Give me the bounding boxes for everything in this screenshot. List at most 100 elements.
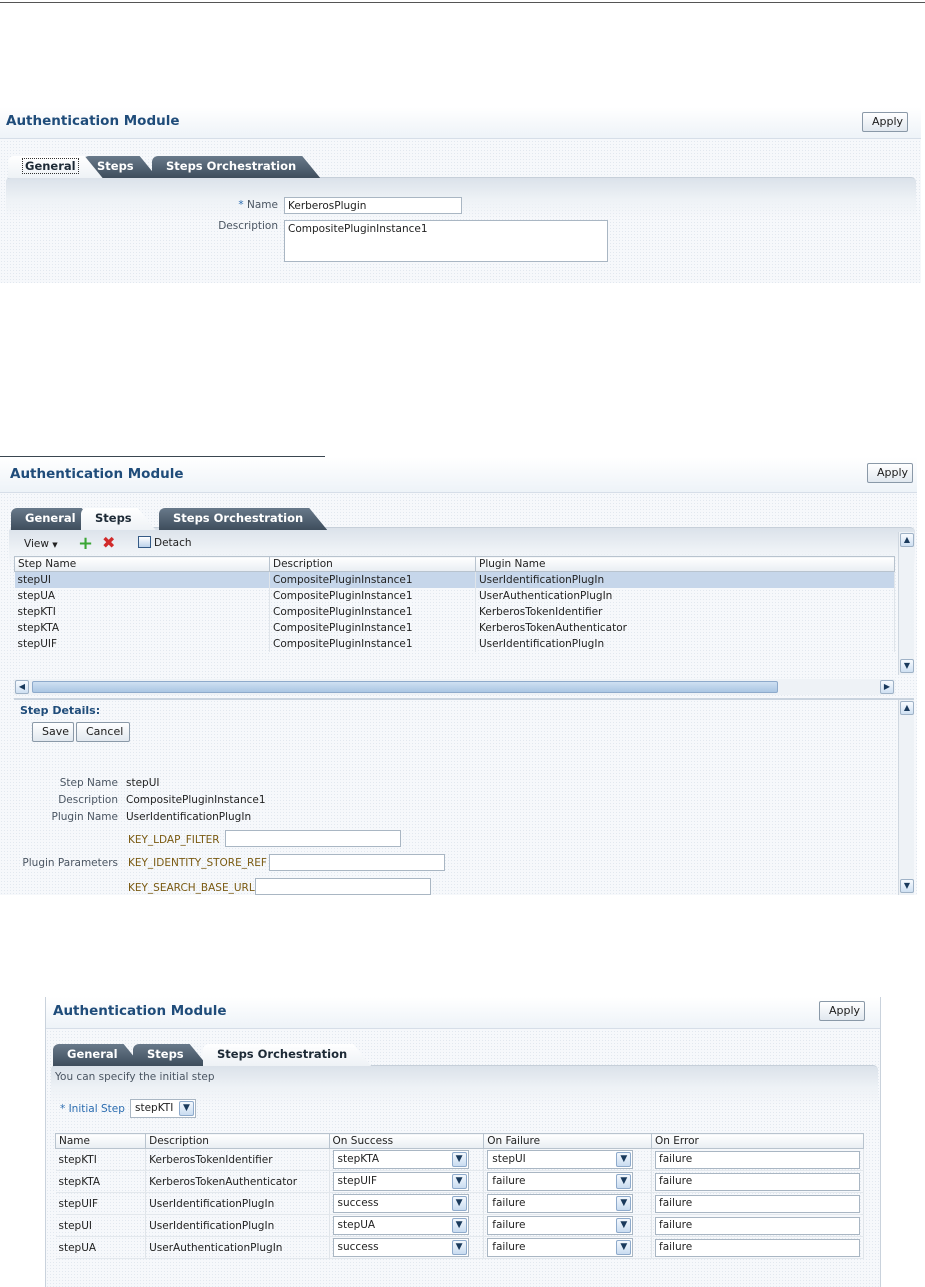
table-row[interactable]: stepUI CompositePluginInstance1 UserIden… [14, 571, 895, 588]
save-button[interactable]: Save [32, 722, 74, 742]
apply-button[interactable]: Apply [862, 112, 908, 132]
apply-button[interactable]: Apply [819, 1001, 865, 1021]
steps-table: Step Name Description Plugin Name stepUI… [14, 556, 895, 652]
table-row[interactable]: stepUA UserAuthenticationPlugIn success ▼ fa… [55, 1236, 864, 1259]
on-error-field[interactable]: failure [655, 1216, 860, 1235]
chevron-down-icon: ▼ [616, 1174, 632, 1189]
detach-icon [138, 536, 151, 548]
column-step-name[interactable]: Step Name [14, 556, 270, 572]
chevron-down-icon: ▼ [179, 1101, 194, 1116]
scroll-up-icon[interactable]: ▲ [900, 701, 914, 715]
delete-icon[interactable]: ✖ [102, 533, 115, 552]
scroll-right-icon[interactable]: ▶ [880, 680, 894, 694]
on-error-field[interactable]: failure [655, 1238, 860, 1257]
step-name-value: stepUI [126, 777, 160, 789]
details-vertical-scrollbar[interactable]: ▲ ▼ [898, 700, 914, 895]
tab-general[interactable]: General [53, 1044, 142, 1066]
chevron-down-icon: ▼ [616, 1196, 632, 1211]
param-search-base-url-field[interactable] [255, 878, 431, 895]
table-row[interactable]: stepUIF CompositePluginInstance1 UserIde… [14, 635, 895, 652]
on-error-field[interactable]: failure [655, 1194, 860, 1213]
column-plugin-name[interactable]: Plugin Name [475, 556, 895, 572]
on-failure-select[interactable]: failure ▼ [487, 1216, 634, 1235]
column-name[interactable]: Name [54, 1133, 147, 1149]
cell-on-success: success ▼ [329, 1192, 485, 1215]
tab-steps-orchestration[interactable]: Steps Orchestration [159, 508, 327, 530]
cell-on-success: stepUIF ▼ [329, 1170, 485, 1193]
on-failure-select[interactable]: failure ▼ [487, 1172, 634, 1191]
table-row[interactable]: stepUIF UserIdentificationPlugIn success ▼ f… [55, 1192, 864, 1215]
table-vertical-scrollbar[interactable]: ▲ ▼ [898, 532, 914, 675]
detach-button[interactable]: Detach [138, 536, 192, 549]
table-row[interactable]: stepKTI KerberosTokenIdentifier stepKTA ▼ st… [55, 1148, 864, 1171]
scroll-left-icon[interactable]: ◀ [15, 680, 29, 694]
cancel-button[interactable]: Cancel [76, 722, 130, 742]
page-rule [0, 2, 925, 3]
cell-description: KerberosTokenAuthenticator [145, 1170, 330, 1193]
on-failure-select[interactable]: failure ▼ [487, 1194, 634, 1213]
param-identity-store-ref-field[interactable] [269, 854, 445, 871]
scroll-down-icon[interactable]: ▼ [900, 659, 914, 673]
param-identity-store-ref-label: KEY_IDENTITY_STORE_REF [128, 857, 267, 869]
tab-steps[interactable]: Steps [133, 1044, 208, 1066]
description-value: CompositePluginInstance1 [126, 794, 266, 806]
plugin-name-label: Plugin Name [51, 811, 118, 823]
column-description[interactable]: Description [145, 1133, 330, 1149]
column-on-failure[interactable]: On Failure [483, 1133, 652, 1149]
tab-steps-orchestration[interactable]: Steps Orchestration [152, 156, 320, 178]
cell-plugin-name: UserIdentificationPlugIn [475, 635, 895, 652]
cell-on-error: failure [651, 1170, 864, 1193]
column-on-success[interactable]: On Success [328, 1133, 485, 1149]
tab-steps[interactable]: Steps [81, 508, 156, 530]
on-failure-select[interactable]: stepUI ▼ [487, 1150, 634, 1169]
table-row[interactable]: stepKTI CompositePluginInstance1 Kerbero… [14, 603, 895, 620]
cell-name: stepUA [55, 1236, 147, 1259]
chevron-down-icon: ▼ [451, 1152, 467, 1167]
cell-plugin-name: KerberosTokenAuthenticator [475, 619, 895, 636]
cell-description: KerberosTokenIdentifier [145, 1148, 330, 1171]
on-error-field[interactable]: failure [655, 1172, 860, 1191]
table-horizontal-scrollbar[interactable]: ◀ ▶ [14, 679, 895, 695]
on-success-select[interactable]: stepUA ▼ [332, 1216, 469, 1235]
scroll-down-icon[interactable]: ▼ [900, 879, 914, 893]
hint-text: You can specify the initial step [55, 1071, 215, 1083]
cell-description: UserAuthenticationPlugIn [145, 1236, 330, 1259]
table-row[interactable]: stepUI UserIdentificationPlugIn stepUA ▼ fai… [55, 1214, 864, 1237]
on-failure-select[interactable]: failure ▼ [487, 1238, 634, 1257]
column-on-error[interactable]: On Error [651, 1133, 864, 1149]
cell-on-failure: failure ▼ [483, 1170, 652, 1193]
on-error-field[interactable]: failure [655, 1150, 860, 1169]
table-row[interactable]: stepKTA CompositePluginInstance1 Kerbero… [14, 619, 895, 636]
table-row[interactable]: stepUA CompositePluginInstance1 UserAuth… [14, 587, 895, 604]
chevron-down-icon: ▼ [616, 1240, 632, 1255]
table-header-row: Step Name Description Plugin Name [14, 556, 895, 572]
panel-title: Authentication Module [6, 113, 180, 129]
param-ldap-filter-field[interactable] [225, 830, 401, 847]
cell-plugin-name: UserAuthenticationPlugIn [475, 587, 895, 604]
on-success-select[interactable]: stepUIF ▼ [332, 1172, 469, 1191]
add-icon[interactable]: + [78, 533, 93, 554]
initial-step-select[interactable]: stepKTI ▼ [130, 1099, 196, 1118]
tab-steps-orchestration[interactable]: Steps Orchestration [203, 1044, 371, 1066]
description-field[interactable]: CompositePluginInstance1 [284, 220, 608, 262]
view-menu[interactable]: View ▼ [24, 538, 58, 550]
cell-name: stepKTI [55, 1148, 147, 1171]
tab-bar: General Steps Orchestration Steps [11, 508, 331, 530]
apply-button[interactable]: Apply [867, 463, 913, 483]
name-field[interactable] [284, 197, 462, 214]
cell-on-failure: failure ▼ [483, 1236, 652, 1259]
cell-on-success: success ▼ [329, 1236, 485, 1259]
column-description[interactable]: Description [269, 556, 476, 572]
description-label: Description [218, 220, 278, 232]
on-success-select[interactable]: stepKTA ▼ [332, 1150, 469, 1169]
horizontal-scroll-thumb[interactable] [32, 681, 778, 693]
scroll-up-icon[interactable]: ▲ [900, 533, 914, 547]
table-row[interactable]: stepKTA KerberosTokenAuthenticator stepUIF… [55, 1170, 864, 1193]
step-details-heading: Step Details: [20, 704, 101, 717]
chevron-down-icon: ▼ [451, 1240, 467, 1255]
on-success-select[interactable]: success ▼ [332, 1194, 469, 1213]
splitter[interactable] [14, 698, 914, 700]
on-success-select[interactable]: success ▼ [332, 1238, 469, 1257]
cell-description: CompositePluginInstance1 [269, 619, 476, 636]
description-label: Description [58, 794, 118, 806]
